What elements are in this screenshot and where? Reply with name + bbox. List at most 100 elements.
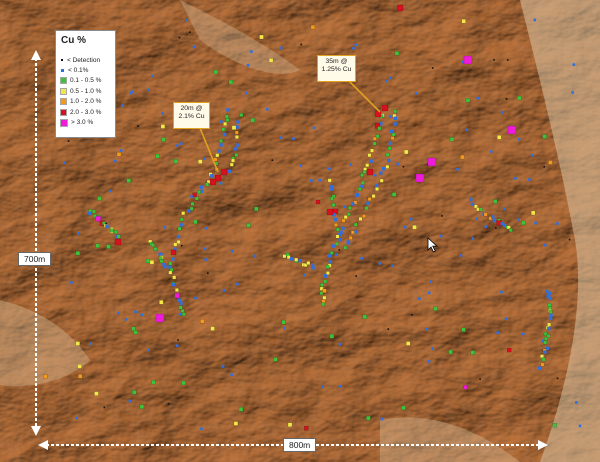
sample-point [121,104,124,107]
sample-point [552,423,557,428]
sample-point [469,197,473,202]
sample-point [379,171,383,175]
callout-leader-line [199,127,219,173]
sample-point [367,153,372,158]
sample-point [113,159,117,163]
sample-point [335,234,340,239]
sample-point [204,227,208,230]
sample-point [231,158,235,163]
sample-point [322,288,327,293]
sample-point [236,143,240,147]
sample-point [343,245,348,250]
sample-point [229,162,234,167]
sample-point [236,120,240,124]
sample-point [500,111,504,114]
sample-point [336,227,340,232]
sample-point [126,178,131,183]
mouse-cursor-icon [427,237,439,253]
geochemistry-map[interactable]: Cu % < Detection < 0.1% 0.1 - 0.5 % 0.5 - 1… [0,0,600,462]
sample-point [396,4,404,12]
sample-point [180,309,185,313]
sample-point [187,209,191,213]
sample-point [459,254,463,257]
sample-point [517,95,522,101]
sample-point [225,117,230,122]
sample-point [330,196,334,201]
sample-point [463,385,468,390]
sample-point [381,167,386,171]
sample-point [286,255,291,259]
sample-point [197,190,201,195]
sample-point [155,153,160,159]
sample-point [463,55,473,65]
sample-point [431,347,434,350]
sample-point [343,205,347,208]
sample-point [236,282,239,286]
sample-point [178,36,181,39]
callout-line-2: 1.25% Cu [321,66,352,73]
sample-point [547,322,552,327]
sample-point [110,228,114,233]
sample-point [89,342,92,345]
sample-point [341,226,345,231]
sample-point [334,253,338,256]
sample-point [548,316,553,321]
sample-point [379,178,384,183]
sample-point [290,257,294,261]
sample-point [375,187,379,191]
sample-point [318,178,321,182]
legend-swatch [60,77,67,85]
sample-point [149,260,155,265]
sample-point [543,243,547,247]
sample-point [571,91,574,94]
legend-item-label: 1.0 - 2.0 % [70,98,102,106]
sample-point [190,201,195,206]
sample-point [310,24,316,30]
sample-point [203,157,206,160]
sample-point [471,237,475,240]
sample-point [411,314,413,316]
sample-point [323,274,327,278]
legend-item: < Detection [61,55,110,65]
sample-point [190,195,193,198]
sample-point [338,343,342,346]
legend-item-label: 0.1 - 0.5 % [70,77,102,85]
sample-point [259,34,264,40]
sample-point [351,202,355,206]
sample-point [230,249,234,253]
sample-point [366,168,374,176]
legend-swatch [60,108,67,116]
sample-point [224,114,229,119]
sample-point [433,306,438,311]
sample-point [531,210,536,216]
sample-point [218,138,223,143]
sample-point [75,416,78,420]
sample-point [547,326,551,331]
sample-point [534,221,537,225]
sample-point [328,167,331,171]
horizontal-scale-label: 800m [283,438,317,452]
sample-point [139,404,145,409]
sample-point [323,279,328,284]
sample-point [222,132,227,137]
sample-point [333,217,337,222]
sample-point [194,196,199,201]
sample-point [355,275,357,277]
sample-point [507,347,512,353]
sample-point [199,185,204,189]
sample-point [470,350,475,355]
sample-point [283,326,286,330]
sample-point [503,207,506,211]
sample-point [548,160,553,165]
sample-point [119,149,123,152]
sample-point [95,243,101,248]
legend-item: < 0.1% [61,65,110,75]
sample-point [321,385,324,389]
sample-point [403,225,407,229]
sample-point [360,257,363,260]
sample-point [439,234,443,238]
sample-point [409,217,413,221]
sample-point [234,152,239,157]
sample-point [322,295,327,300]
sample-point [521,220,526,226]
